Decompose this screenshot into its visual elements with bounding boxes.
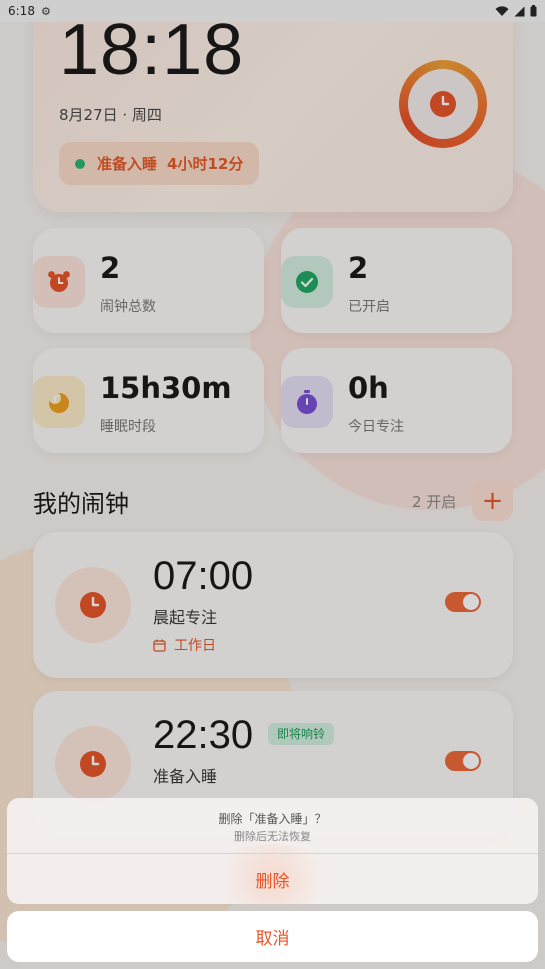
status-icons	[495, 5, 537, 17]
wifi-icon	[495, 5, 509, 16]
signal-icon	[514, 6, 525, 16]
battery-icon	[530, 5, 537, 17]
dialog-subtitle: 删除后无法恢复	[234, 830, 311, 843]
dialog-title: 删除「准备入睡」？	[218, 812, 327, 826]
cancel-button[interactable]: 取消	[7, 911, 538, 962]
delete-label: 删除	[255, 871, 290, 892]
status-time: 6:18	[8, 4, 35, 18]
delete-button[interactable]: 删除	[7, 844, 538, 904]
status-bar: 6:18 ⚙	[0, 0, 545, 22]
delete-action-sheet: 删除「准备入睡」？ 删除后无法恢复 删除	[7, 798, 538, 904]
settings-gear-icon: ⚙	[40, 4, 51, 18]
